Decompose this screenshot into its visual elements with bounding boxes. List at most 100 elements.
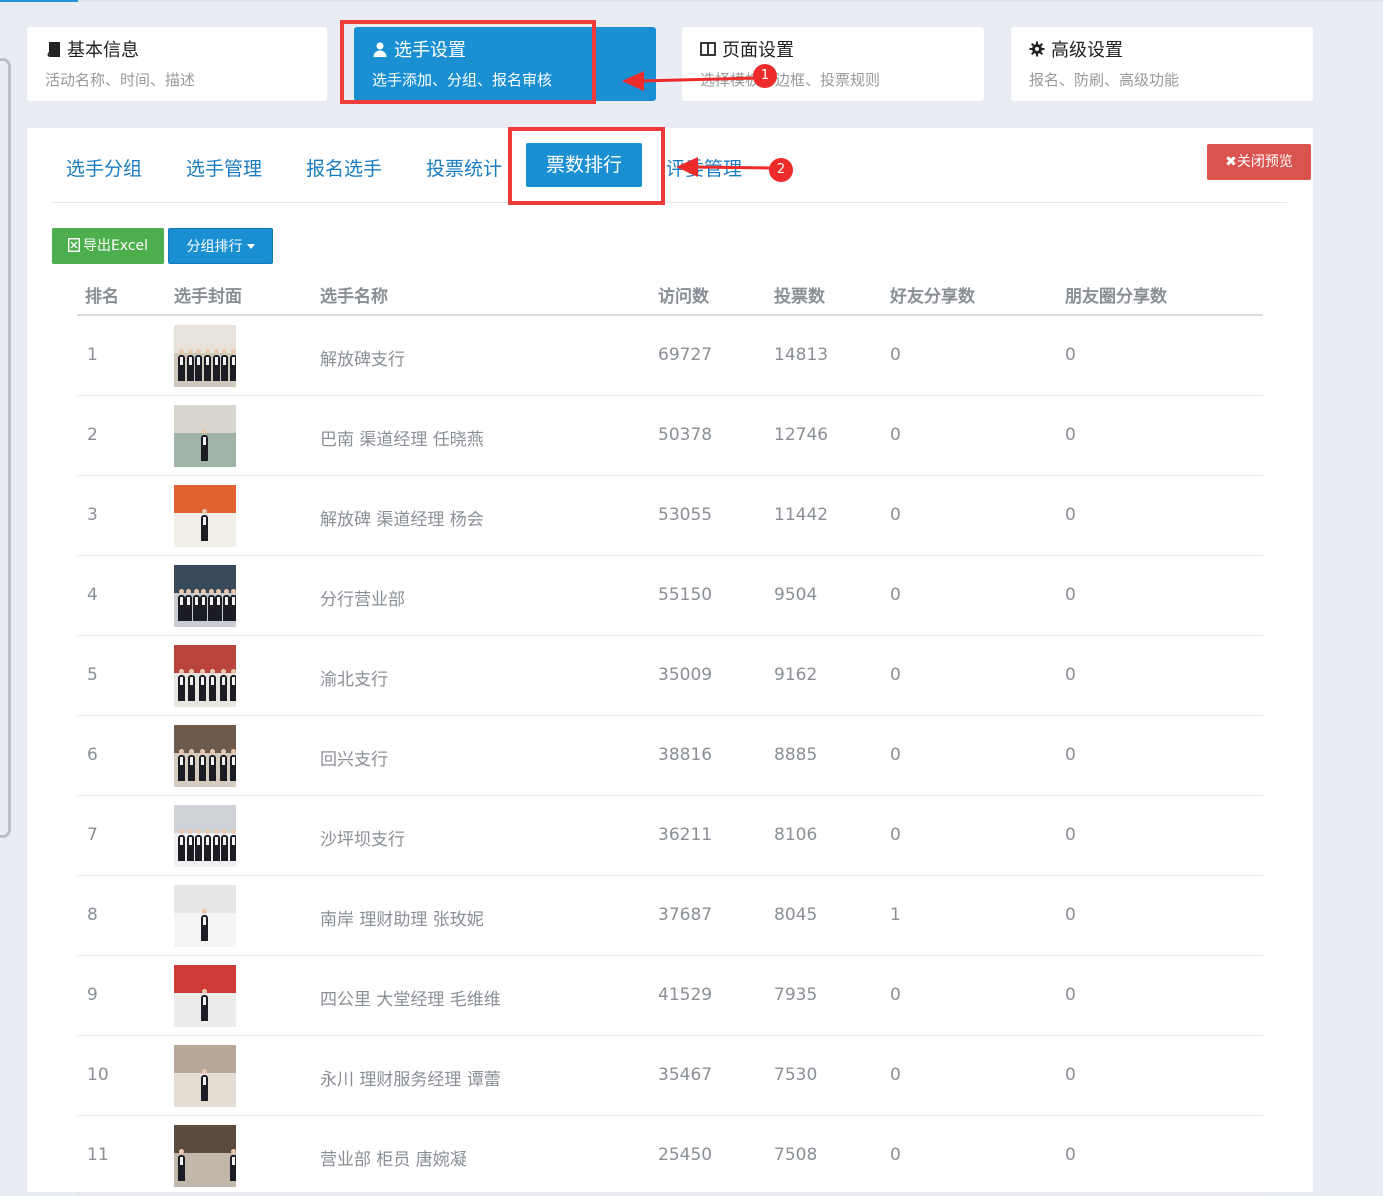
cell-moment-shares: 0 <box>1065 1065 1076 1085</box>
table-row: 6 回兴支行 38816 8885 0 0 <box>77 716 1263 796</box>
cell-moment-shares: 0 <box>1065 825 1076 845</box>
table-row: 3 解放碑 渠道经理 杨会 53055 11442 0 0 <box>77 476 1263 556</box>
cell-visits: 55150 <box>658 585 713 605</box>
cell-visits: 53055 <box>658 505 713 525</box>
cell-moment-shares: 0 <box>1065 425 1076 445</box>
cell-rank: 9 <box>87 985 98 1005</box>
cell-moment-shares: 0 <box>1065 585 1076 605</box>
tab-vote-statistics[interactable]: 投票统计 <box>426 154 502 181</box>
tab-registered-players[interactable]: 报名选手 <box>306 154 382 181</box>
cell-votes: 8885 <box>774 745 818 765</box>
cell-visits: 35467 <box>658 1065 713 1085</box>
cell-visits: 50378 <box>658 425 713 445</box>
cell-votes: 9162 <box>774 665 818 685</box>
cell-votes: 11442 <box>774 505 829 525</box>
cell-votes: 7935 <box>774 985 818 1005</box>
cell-rank: 10 <box>87 1065 109 1085</box>
step-badge-1: 1 <box>753 64 777 88</box>
cell-player-name: 解放碑 渠道经理 杨会 <box>320 510 484 530</box>
cell-moment-shares: 0 <box>1065 745 1076 765</box>
card-title: 基本信息 <box>67 40 139 61</box>
cell-friend-shares: 0 <box>890 1145 901 1165</box>
cell-moment-shares: 0 <box>1065 905 1076 925</box>
cell-moment-shares: 0 <box>1065 1145 1076 1165</box>
cell-visits: 41529 <box>658 985 713 1005</box>
table-row: 7 沙坪坝支行 36211 8106 0 0 <box>77 796 1263 876</box>
cell-friend-shares: 0 <box>890 665 901 685</box>
card-page-settings[interactable]: 页面设置 选择模板、边框、投票规则 <box>682 27 984 101</box>
cell-rank: 11 <box>87 1145 109 1165</box>
cell-friend-shares: 0 <box>890 985 901 1005</box>
cell-votes: 9504 <box>774 585 818 605</box>
header-rank: 排名 <box>85 287 119 307</box>
ranking-panel: 选手分组 选手管理 报名选手 投票统计 票数排行 评委管理 ✖关闭预览 导出Ex… <box>27 128 1313 1196</box>
cell-visits: 36211 <box>658 825 713 845</box>
tab-player-management[interactable]: 选手管理 <box>186 154 262 181</box>
table-row: 8 南岸 理财助理 张玫妮 37687 8045 1 0 <box>77 876 1263 956</box>
cell-friend-shares: 0 <box>890 505 901 525</box>
player-cover-image[interactable] <box>174 325 236 387</box>
cell-votes: 12746 <box>774 425 829 445</box>
cell-visits: 38816 <box>658 745 713 765</box>
top-strip <box>0 0 1383 2</box>
player-cover-image[interactable] <box>174 485 236 547</box>
player-cover-image[interactable] <box>174 405 236 467</box>
card-subtitle: 选择模板、边框、投票规则 <box>700 71 881 89</box>
close-preview-button[interactable]: ✖关闭预览 <box>1207 144 1311 180</box>
cell-friend-shares: 0 <box>890 745 901 765</box>
cell-player-name: 回兴支行 <box>320 750 388 770</box>
cell-rank: 5 <box>87 665 98 685</box>
table-row: 4 分行营业部 55150 9504 0 0 <box>77 556 1263 636</box>
caret-down-icon <box>246 244 255 249</box>
card-basic-info[interactable]: 基本信息 活动名称、时间、描述 <box>27 27 327 101</box>
tab-judge-management[interactable]: 评委管理 <box>666 154 742 181</box>
cell-visits: 25450 <box>658 1145 713 1165</box>
table-row: 5 渝北支行 35009 9162 0 0 <box>77 636 1263 716</box>
header-name: 选手名称 <box>320 287 388 307</box>
cell-player-name: 分行营业部 <box>320 590 405 610</box>
highlight-box-vote-ranking <box>508 127 665 205</box>
player-cover-image[interactable] <box>174 885 236 947</box>
cell-votes: 8106 <box>774 825 818 845</box>
cell-rank: 8 <box>87 905 98 925</box>
tab-player-groups[interactable]: 选手分组 <box>66 154 142 181</box>
card-subtitle: 报名、防刷、高级功能 <box>1029 71 1180 89</box>
cell-visits: 35009 <box>658 665 713 685</box>
header-visits: 访问数 <box>658 287 709 307</box>
highlight-box-player-settings <box>340 20 596 104</box>
cell-rank: 1 <box>87 345 98 365</box>
close-icon: ✖ <box>1225 154 1237 170</box>
table-row: 10 永川 理财服务经理 谭蕾 35467 7530 0 0 <box>77 1036 1263 1116</box>
cell-friend-shares: 0 <box>890 1065 901 1085</box>
player-cover-image[interactable] <box>174 1125 236 1187</box>
player-cover-image[interactable] <box>174 1045 236 1107</box>
cell-moment-shares: 0 <box>1065 505 1076 525</box>
cell-player-name: 四公里 大堂经理 毛维维 <box>320 990 501 1010</box>
group-ranking-dropdown[interactable]: 分组排行 <box>168 228 273 264</box>
cell-visits: 69727 <box>658 345 713 365</box>
cell-rank: 4 <box>87 585 98 605</box>
cell-friend-shares: 0 <box>890 585 901 605</box>
cell-rank: 3 <box>87 505 98 525</box>
player-cover-image[interactable] <box>174 565 236 627</box>
table-body: 1 解放碑支行 69727 14813 0 0 2 巴南 渠道经理 任晓燕 50378 127… <box>77 316 1263 1196</box>
cell-player-name: 营业部 柜员 唐婉凝 <box>320 1150 467 1170</box>
cell-player-name: 渝北支行 <box>320 670 388 690</box>
tab-bar: 选手分组 选手管理 报名选手 投票统计 票数排行 评委管理 ✖关闭预览 <box>51 128 1311 203</box>
cell-rank: 6 <box>87 745 98 765</box>
card-title: 高级设置 <box>1051 40 1123 61</box>
table-row: 9 四公里 大堂经理 毛维维 41529 7935 0 0 <box>77 956 1263 1036</box>
cell-rank: 2 <box>87 425 98 445</box>
cell-votes: 8045 <box>774 905 818 925</box>
table-row: 11 营业部 柜员 唐婉凝 25450 7508 0 0 <box>77 1116 1263 1196</box>
columns-icon <box>700 41 716 57</box>
top-strip-accent <box>0 0 78 2</box>
cell-votes: 7530 <box>774 1065 818 1085</box>
book-icon <box>45 41 61 57</box>
player-cover-image[interactable] <box>174 725 236 787</box>
export-excel-button[interactable]: 导出Excel <box>52 228 164 264</box>
player-cover-image[interactable] <box>174 805 236 867</box>
player-cover-image[interactable] <box>174 645 236 707</box>
player-cover-image[interactable] <box>174 965 236 1027</box>
card-advanced-settings[interactable]: 高级设置 报名、防刷、高级功能 <box>1011 27 1313 101</box>
